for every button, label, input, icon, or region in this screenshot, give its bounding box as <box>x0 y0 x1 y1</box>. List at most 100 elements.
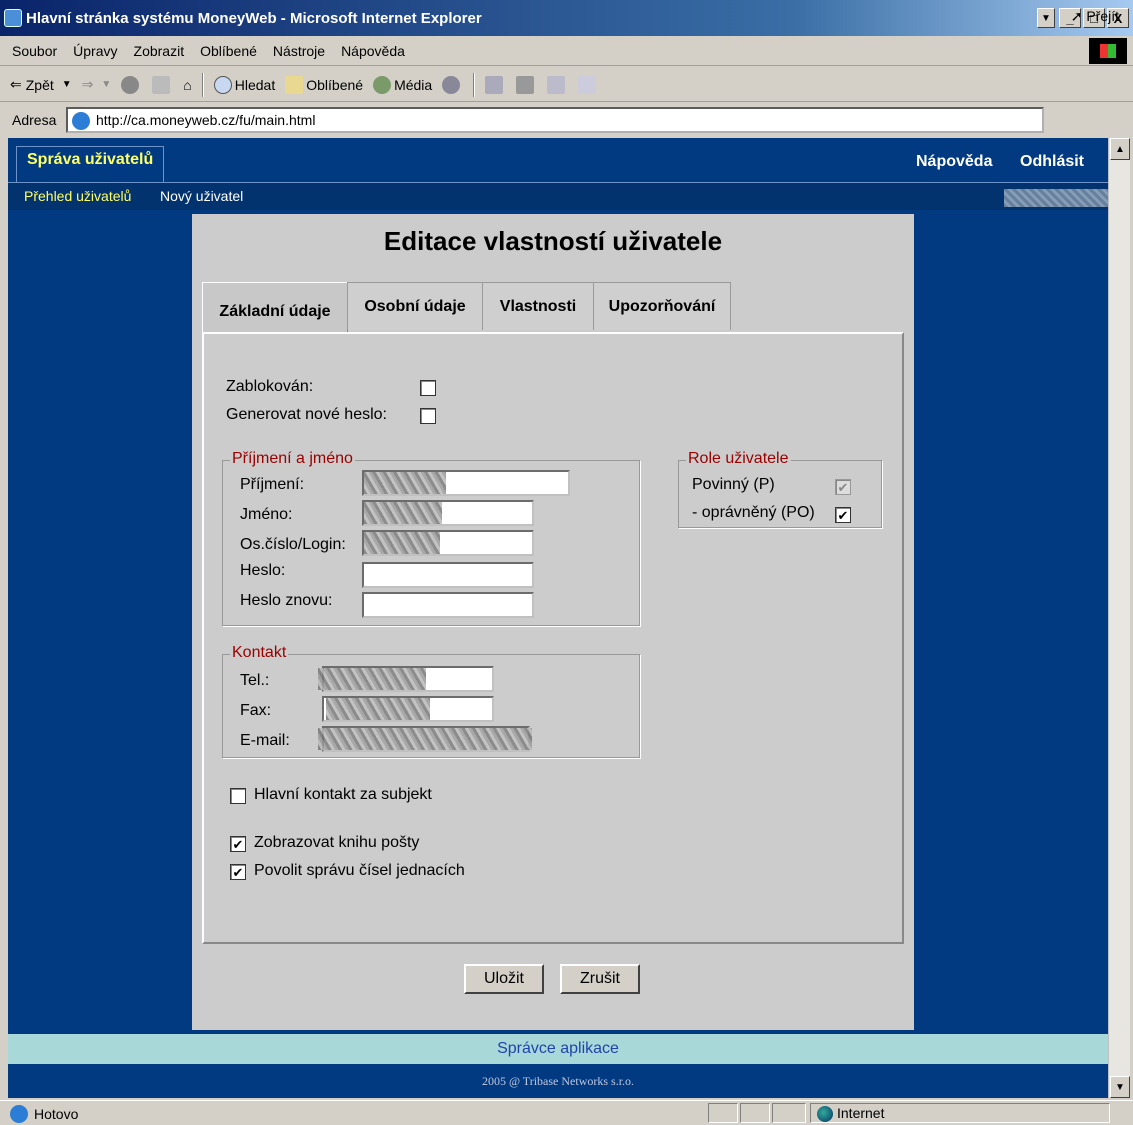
page-title: Editace vlastností uživatele <box>383 226 723 256</box>
chevron-down-icon: ▼ <box>61 79 72 90</box>
menu-favorites[interactable]: Oblíbené <box>200 43 257 59</box>
help-link[interactable]: Nápověda <box>916 153 992 171</box>
role-authorized-checkbox[interactable]: ✔ <box>835 507 851 523</box>
favorites-button[interactable]: Oblíbené <box>285 75 364 94</box>
allow-numbers-label: Povolit správu čísel jednacích <box>254 862 465 879</box>
back-button[interactable]: ⇐ Zpět ▼ <box>10 76 72 93</box>
stop-button[interactable] <box>121 75 142 94</box>
admin-link[interactable]: Správce aplikace <box>8 1034 1108 1064</box>
mail-button[interactable] <box>485 75 506 94</box>
menu-tools[interactable]: Nástroje <box>273 43 325 59</box>
redacted-surname <box>364 472 446 494</box>
contact-legend: Kontakt <box>230 644 289 662</box>
address-dropdown-button[interactable]: ▼ <box>1037 8 1055 28</box>
nav-new-user[interactable]: Nový uživatel <box>160 188 243 204</box>
password-again-input[interactable] <box>362 592 534 618</box>
back-arrow-icon: ⇐ <box>10 76 22 92</box>
refresh-icon <box>152 75 171 94</box>
new-password-label: Generovat nové heslo: <box>226 406 387 423</box>
edit-button[interactable] <box>547 75 568 94</box>
favorites-icon <box>285 75 304 94</box>
toolbar-separator <box>473 72 476 97</box>
address-url: http://ca.moneyweb.cz/fu/main.html <box>96 112 316 128</box>
vertical-scrollbar[interactable]: ▲ ▼ <box>1108 138 1130 1098</box>
status-text: Hotovo <box>34 1106 79 1122</box>
home-button[interactable]: ⌂ <box>183 77 191 93</box>
password-again-label: Heslo znovu: <box>240 592 333 609</box>
cancel-button[interactable]: Zrušit <box>560 964 640 994</box>
firstname-label: Jméno: <box>240 506 293 523</box>
page-viewport: Správa uživatelů Nápověda Odhlásit Přehl… <box>8 138 1108 1098</box>
page-icon <box>72 112 90 130</box>
home-icon: ⌂ <box>183 76 192 93</box>
role-mandatory-checkbox: ✔ <box>835 479 851 495</box>
scroll-up-button[interactable]: ▲ <box>1110 138 1130 160</box>
fax-label: Fax: <box>240 702 272 719</box>
print-button[interactable] <box>516 75 537 94</box>
password-input[interactable] <box>362 562 534 588</box>
address-label: Adresa <box>12 112 57 128</box>
scroll-down-button[interactable]: ▼ <box>1110 1076 1130 1098</box>
favorites-label: Oblíbené <box>306 76 364 93</box>
go-button[interactable]: ➚ Přejít <box>1071 8 1119 25</box>
window-titlebar: Hlavní stránka systému MoneyWeb - Micros… <box>0 0 1133 36</box>
go-label: Přejít <box>1086 8 1119 24</box>
name-legend: Příjmení a jméno <box>230 450 355 468</box>
blocked-checkbox[interactable] <box>420 380 436 396</box>
history-icon <box>442 75 461 94</box>
edit-panel: Editace vlastností uživatele Základní úd… <box>192 214 914 1030</box>
nav-user-overview[interactable]: Přehled uživatelů <box>24 188 131 204</box>
tab-basic-info[interactable]: Základní údaje <box>202 282 348 334</box>
menu-file[interactable]: Soubor <box>12 43 57 59</box>
status-cell <box>740 1103 770 1123</box>
tab-user-management[interactable]: Správa uživatelů <box>16 146 165 182</box>
save-button[interactable]: Uložit <box>464 964 544 994</box>
menu-edit[interactable]: Úpravy <box>73 43 117 59</box>
redacted-email <box>318 728 532 750</box>
show-mailbook-label: Zobrazovat knihu pošty <box>254 834 420 851</box>
toolbar: ⇐ Zpět ▼ ⇒ ▼ ⌂ Hledat Oblíbené Média <box>0 68 1133 102</box>
role-mandatory-label: Povinný (P) <box>692 476 775 493</box>
menu-bar: Soubor Úpravy Zobrazit Oblíbené Nástroje… <box>0 36 1133 66</box>
new-password-checkbox[interactable] <box>420 408 436 424</box>
allow-numbers-checkbox[interactable]: ✔ <box>230 864 246 880</box>
media-icon <box>373 75 392 94</box>
login-label: Os.číslo/Login: <box>240 536 346 553</box>
edit-icon <box>547 75 566 94</box>
redacted-firstname <box>364 502 442 524</box>
search-icon <box>213 75 232 94</box>
search-label: Hledat <box>234 76 276 93</box>
tab-notifications[interactable]: Upozorňování <box>593 282 731 330</box>
refresh-button[interactable] <box>152 75 173 94</box>
logout-link[interactable]: Odhlásit <box>1020 153 1084 171</box>
sub-navigation: Přehled uživatelů Nový uživatel <box>8 182 1108 210</box>
email-label: E-mail: <box>240 732 290 749</box>
menu-help[interactable]: Nápověda <box>341 43 405 59</box>
search-button[interactable]: Hledat <box>213 75 276 94</box>
back-label: Zpět <box>25 76 54 93</box>
tab-properties[interactable]: Vlastnosti <box>482 282 594 330</box>
history-button[interactable] <box>442 75 463 94</box>
media-button[interactable]: Média <box>373 75 433 94</box>
copyright: 2005 @ Tribase Networks s.r.o. <box>8 1064 1108 1098</box>
discuss-button[interactable] <box>578 75 599 94</box>
forward-button[interactable]: ⇒ ▼ <box>82 76 112 93</box>
security-zone: Internet <box>810 1103 1110 1123</box>
zone-label: Internet <box>837 1105 885 1121</box>
status-cell <box>772 1103 806 1123</box>
password-label: Heslo: <box>240 562 286 579</box>
phone-label: Tel.: <box>240 672 270 689</box>
address-input[interactable]: http://ca.moneyweb.cz/fu/main.html <box>66 107 1044 133</box>
windows-logo-icon <box>1089 38 1127 64</box>
status-cell <box>708 1103 738 1123</box>
roles-legend: Role uživatele <box>686 450 791 468</box>
main-contact-checkbox[interactable] <box>230 788 246 804</box>
stop-icon <box>121 75 140 94</box>
menu-view[interactable]: Zobrazit <box>134 43 185 59</box>
print-icon <box>516 75 535 94</box>
show-mailbook-checkbox[interactable]: ✔ <box>230 836 246 852</box>
tab-personal-info[interactable]: Osobní údaje <box>347 282 483 330</box>
media-label: Média <box>394 76 433 93</box>
role-authorized-label: - oprávněný (PO) <box>692 504 815 521</box>
surname-label: Příjmení: <box>240 476 305 493</box>
